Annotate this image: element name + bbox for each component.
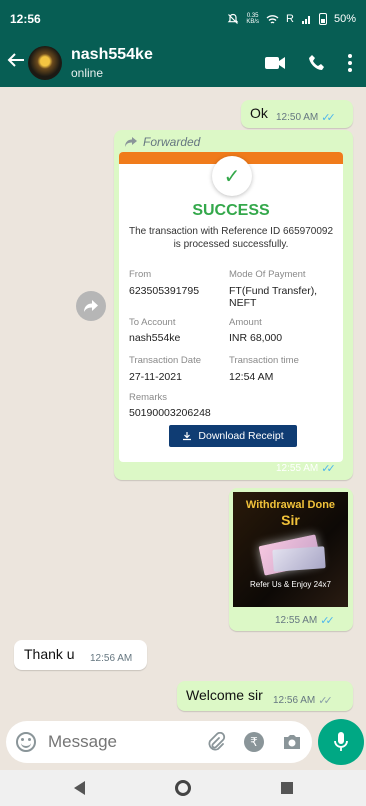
- mute-icon: [228, 13, 239, 24]
- chat-header: nash554ke online: [0, 38, 366, 87]
- status-bar: 12:56 0.35 KB/s R 50%: [0, 0, 366, 38]
- system-nav-bar: [0, 770, 366, 806]
- message-input[interactable]: [48, 732, 188, 752]
- transaction-date-label: Transaction Date: [129, 355, 201, 366]
- rupee-payment-icon[interactable]: ₹: [244, 732, 264, 752]
- message-time: 12:55 AM: [276, 463, 319, 474]
- image-footer: Refer Us & Enjoy 24x7: [250, 580, 331, 589]
- contact-status: online: [71, 65, 104, 80]
- contact-info[interactable]: nash554ke online: [71, 46, 153, 80]
- more-options-icon[interactable]: [348, 53, 352, 72]
- read-ticks-icon: ✓✓: [320, 615, 335, 627]
- back-arrow-icon[interactable]: [4, 51, 28, 74]
- remarks-label: Remarks: [129, 392, 168, 403]
- image-title: Withdrawal Done: [245, 499, 336, 511]
- forwarded-icon: [125, 137, 137, 147]
- message-image[interactable]: Withdrawal Done Sir Refer Us & Enjoy 24x…: [229, 488, 353, 631]
- remarks-value: 50190003206248: [129, 407, 211, 419]
- from-label: From: [129, 269, 152, 280]
- message-welcome-sir[interactable]: Welcome sir 12:56 AM ✓✓: [177, 681, 353, 711]
- wifi-icon: [266, 14, 279, 24]
- to-account-label: To Account: [129, 317, 176, 328]
- read-ticks-icon: ✓✓: [321, 112, 336, 124]
- share-icon: [84, 300, 98, 312]
- video-call-icon[interactable]: [264, 56, 286, 70]
- receipt-image[interactable]: ✓ SUCCESS The transaction with Reference…: [119, 152, 343, 462]
- message-ok[interactable]: Ok 12:50 AM ✓✓: [241, 100, 353, 128]
- amount-value: INR 68,000: [229, 332, 283, 344]
- message-time: 12:50 AM: [276, 112, 319, 123]
- image-subtitle: Sir: [281, 512, 300, 528]
- battery-percent: 50%: [333, 13, 356, 25]
- receipt-description: The transaction with Reference ID 665970…: [129, 226, 334, 250]
- share-forward-button[interactable]: [76, 291, 106, 321]
- mode-value: FT(Fund Transfer), NEFT: [229, 285, 318, 309]
- amount-label: Amount: [229, 317, 262, 328]
- cash-bundle-graphic: [272, 546, 326, 572]
- message-forwarded-receipt[interactable]: Forwarded ✓ SUCCESS The transaction with…: [114, 130, 353, 480]
- microphone-icon: [334, 732, 348, 751]
- signal-icon: [301, 15, 310, 24]
- read-ticks-icon: ✓✓: [321, 463, 336, 475]
- chat-area: Ok 12:50 AM ✓✓ Forwarded ✓ SUCCESS The t…: [0, 87, 366, 717]
- download-receipt-label: Download Receipt: [198, 430, 284, 442]
- withdrawal-image[interactable]: Withdrawal Done Sir Refer Us & Enjoy 24x…: [233, 492, 348, 607]
- message-time: 12:56 AM: [273, 695, 316, 706]
- nav-recents-icon[interactable]: [280, 782, 293, 794]
- message-text: Welcome sir: [186, 687, 263, 703]
- battery-icon: [318, 13, 327, 25]
- transaction-time-value: 12:54 AM: [229, 371, 274, 383]
- message-time: 12:56 AM: [90, 653, 133, 664]
- transaction-date-value: 27-11-2021: [129, 371, 182, 383]
- transaction-time-label: Transaction time: [229, 355, 299, 366]
- nav-home-icon[interactable]: [174, 780, 191, 796]
- voice-call-icon[interactable]: [308, 54, 326, 72]
- net-speed: 0.35 KB/s: [246, 13, 260, 25]
- message-time: 12:55 AM: [275, 615, 318, 626]
- checkmark-icon: ✓: [212, 156, 252, 196]
- message-text: Thank u: [24, 646, 75, 662]
- from-value: 623505391795: [129, 285, 200, 297]
- contact-name: nash554ke: [71, 45, 153, 63]
- carrier-label: R: [286, 13, 294, 25]
- to-account-value: nash554ke: [129, 332, 181, 344]
- forwarded-label: Forwarded: [143, 135, 201, 149]
- emoji-icon[interactable]: [16, 732, 36, 752]
- message-text: Ok: [250, 105, 268, 121]
- download-icon: [183, 432, 192, 441]
- message-composer: ₹: [6, 721, 312, 763]
- nav-back-icon[interactable]: [73, 781, 85, 795]
- microphone-button[interactable]: [318, 719, 364, 765]
- avatar[interactable]: [28, 45, 62, 80]
- camera-icon[interactable]: [282, 733, 302, 751]
- download-receipt-button: Download Receipt: [169, 425, 297, 447]
- attach-icon[interactable]: [206, 732, 226, 752]
- delivered-ticks-icon: ✓✓: [318, 695, 333, 707]
- message-thank-u[interactable]: Thank u 12:56 AM: [14, 640, 147, 670]
- receipt-status: SUCCESS: [192, 202, 270, 219]
- status-time: 12:56: [10, 12, 41, 26]
- mode-label: Mode Of Payment: [229, 269, 306, 280]
